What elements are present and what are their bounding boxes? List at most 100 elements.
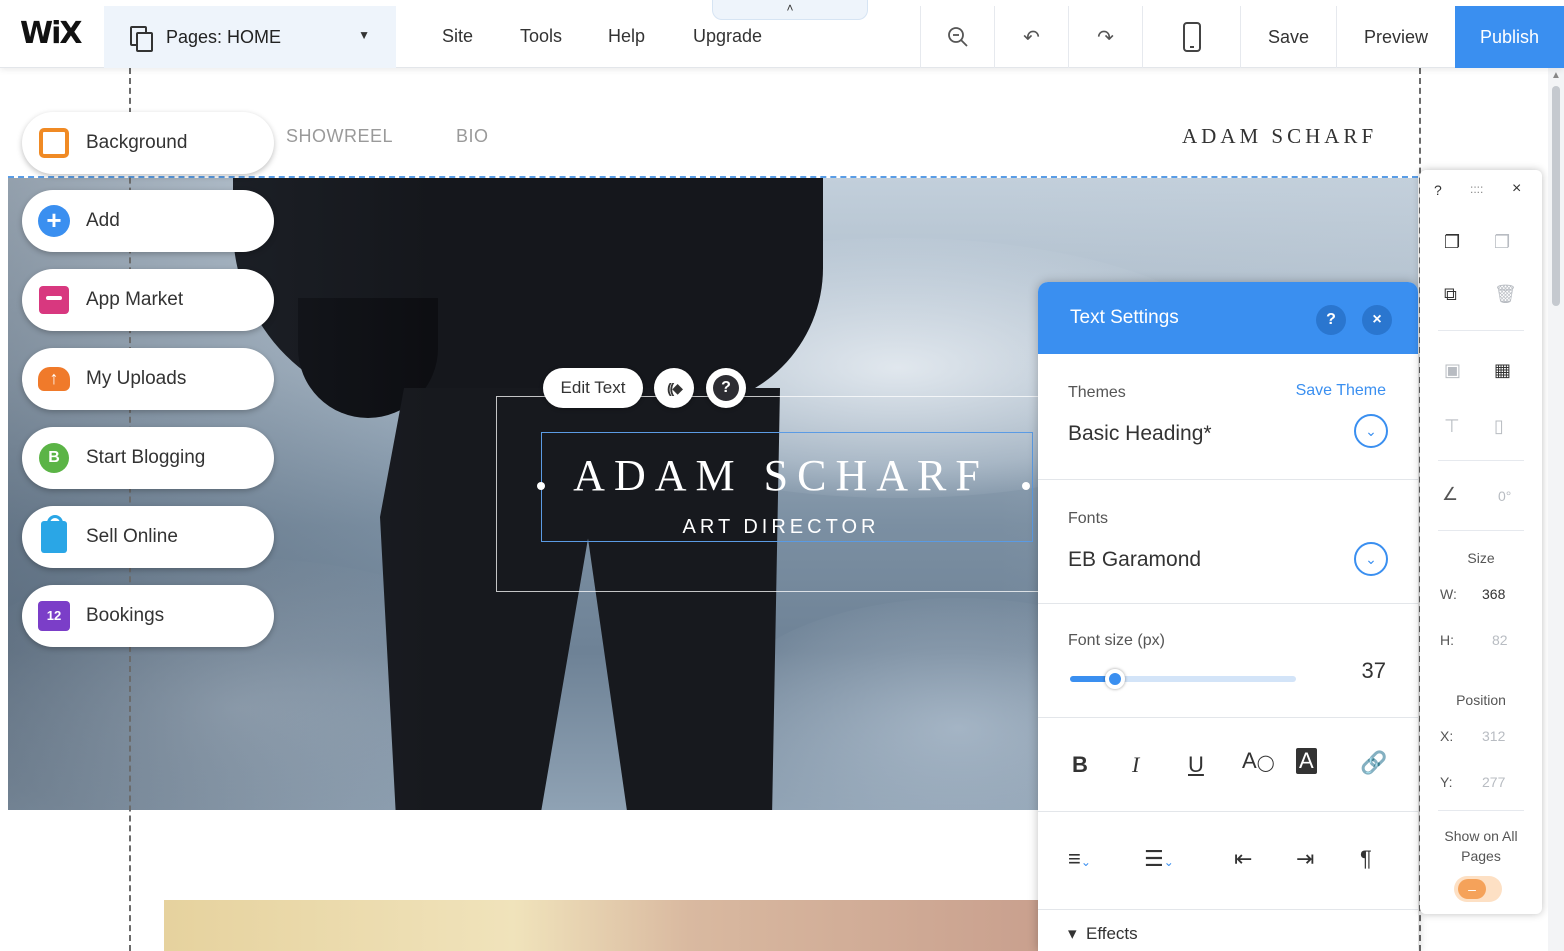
duplicate-icon[interactable]: ⧉ (1444, 284, 1457, 305)
align-icon: ⊤ (1444, 416, 1460, 436)
scroll-thumb[interactable] (1552, 86, 1560, 306)
indent-increase-icon[interactable]: ⇥ (1296, 846, 1314, 872)
font-size-section: Font size (px) 37 (1038, 604, 1418, 718)
toolbar-help-icon[interactable]: ? (1434, 182, 1442, 198)
arrange-front-icon[interactable]: ▦ (1494, 360, 1511, 381)
animation-icon: ((◆ (666, 379, 683, 396)
theme-dropdown[interactable]: Basic Heading* (1068, 422, 1212, 446)
chevron-down-icon[interactable]: ⌄ (1354, 542, 1388, 576)
font-size-slider[interactable] (1070, 669, 1296, 689)
left-panel-start-blogging[interactable]: B Start Blogging (22, 427, 274, 489)
strip-selection-line (8, 176, 1418, 178)
left-panel-sell-online[interactable]: Sell Online (22, 506, 274, 568)
font-size-slider-thumb[interactable] (1105, 669, 1126, 689)
toolbar-divider (1438, 330, 1524, 331)
collapse-topbar-button[interactable]: ˄ (712, 0, 868, 20)
bold-button[interactable]: B (1072, 752, 1088, 778)
left-panel-bookings[interactable]: 12 Bookings (22, 585, 274, 647)
show-on-all-pages-toggle[interactable]: – (1454, 876, 1502, 902)
zoom-out-button[interactable] (920, 6, 994, 68)
x-value[interactable]: 312 (1482, 728, 1505, 744)
y-value[interactable]: 277 (1482, 774, 1505, 790)
site-nav-bio[interactable]: BIO (456, 126, 489, 147)
font-dropdown[interactable]: EB Garamond (1068, 548, 1201, 572)
preview-button[interactable]: Preview (1336, 6, 1455, 68)
zoom-out-icon (947, 27, 968, 47)
site-brand-heading[interactable]: ADAM SCHARF (1182, 124, 1377, 149)
rotation-value[interactable]: 0° (1498, 488, 1511, 504)
height-value: 82 (1492, 632, 1508, 648)
font-size-value[interactable]: 37 (1362, 658, 1386, 684)
left-panel-background[interactable]: Background (22, 112, 274, 174)
menu-upgrade[interactable]: Upgrade (693, 26, 762, 47)
calendar-icon: 12 (38, 601, 70, 631)
pages-dropdown[interactable]: Pages: HOME ▼ (104, 6, 396, 68)
redo-button[interactable]: ↷ (1068, 6, 1142, 68)
menu-tools[interactable]: Tools (520, 26, 562, 47)
right-toolbar: ? :::: × ❐ ❐ ⧉ 🗑 ▣ ▦ ⊤ ▯ ∠ 0° Size W: 36… (1420, 170, 1542, 914)
themes-section: Themes Save Theme Basic Heading* ⌄ (1038, 354, 1418, 480)
left-panel-label: Bookings (86, 605, 165, 626)
link-icon[interactable]: 🔗 (1360, 750, 1387, 776)
scroll-up-icon[interactable]: ▲ (1551, 70, 1561, 81)
text-color-button[interactable]: A◯ (1242, 748, 1275, 774)
publish-button[interactable]: Publish (1455, 6, 1564, 68)
mobile-view-icon (1182, 22, 1201, 52)
effects-toggle[interactable]: ▾ Effects (1068, 924, 1138, 944)
hero-title[interactable]: ADAM SCHARF (541, 450, 1021, 501)
underline-button[interactable]: U (1188, 752, 1204, 778)
text-settings-header[interactable]: Text Settings ? × (1038, 282, 1418, 354)
text-settings-panel: Text Settings ? × Themes Save Theme Basi… (1038, 282, 1418, 951)
mobile-view-button[interactable] (1142, 6, 1240, 68)
width-label: W: (1440, 586, 1457, 602)
chevron-down-icon[interactable]: ⌄ (1354, 414, 1388, 448)
canvas-scrollbar[interactable]: ▲ (1548, 68, 1564, 951)
resize-handle-left[interactable] (537, 482, 545, 490)
left-panel-app-market[interactable]: App Market (22, 269, 274, 331)
menu-site[interactable]: Site (442, 26, 473, 47)
effects-label: Effects (1085, 924, 1138, 943)
text-settings-close-icon[interactable]: × (1362, 305, 1392, 335)
left-panel-label: App Market (86, 289, 184, 310)
rotate-icon[interactable]: ∠ (1442, 484, 1458, 505)
top-bar: WiX Pages: HOME ▼ Site Tools Help Upgrad… (0, 0, 1564, 68)
undo-button[interactable]: ↶ (994, 6, 1068, 68)
format-section: B I U A◯ A 🔗 (1038, 718, 1418, 812)
help-icon: ? (713, 375, 739, 401)
left-panel-my-uploads[interactable]: ↑ My Uploads (22, 348, 274, 410)
distribute-icon: ▯ (1494, 416, 1504, 436)
droplet-icon: ◯ (1256, 755, 1275, 772)
indent-decrease-icon[interactable]: ⇤ (1234, 846, 1252, 872)
animation-button[interactable]: ((◆ (654, 368, 694, 408)
toolbar-divider (1438, 530, 1524, 531)
highlight-button[interactable]: A (1296, 748, 1317, 774)
edit-text-button[interactable]: Edit Text (543, 368, 643, 408)
save-button[interactable]: Save (1240, 6, 1336, 68)
toolbar-close-icon[interactable]: × (1512, 180, 1521, 198)
drag-handle-icon[interactable]: :::: (1470, 182, 1483, 196)
width-value[interactable]: 368 (1482, 586, 1505, 602)
align-center-icon[interactable]: ≡⌄ (1068, 846, 1091, 872)
menu-help[interactable]: Help (608, 26, 645, 47)
chevron-down-icon: ▼ (358, 28, 370, 42)
effects-section[interactable]: ▾ Effects (1038, 910, 1418, 951)
shopping-bag-icon (41, 515, 67, 553)
text-settings-title: Text Settings (1070, 307, 1179, 328)
site-nav-showreel[interactable]: SHOWREEL (286, 126, 393, 147)
italic-button[interactable]: I (1132, 752, 1139, 778)
bullet-list-icon[interactable]: ☰⌄ (1144, 846, 1174, 872)
hero-subtitle[interactable]: ART DIRECTOR (541, 516, 1021, 539)
left-panel-add[interactable]: + Add (22, 190, 274, 252)
undo-icon: ↶ (1023, 26, 1040, 49)
app-market-icon (39, 286, 69, 314)
save-theme-link[interactable]: Save Theme (1296, 382, 1386, 400)
lower-section-image[interactable] (164, 900, 1038, 951)
show-on-all-pages-label: Show on All Pages (1444, 828, 1518, 864)
element-help-button[interactable]: ? (706, 368, 746, 408)
copy-icon[interactable]: ❐ (1444, 232, 1460, 253)
text-direction-icon[interactable]: ¶ (1360, 846, 1372, 872)
wix-logo[interactable]: WiX (20, 16, 82, 51)
left-panel-label: Background (86, 132, 188, 153)
resize-handle-right[interactable] (1022, 482, 1030, 490)
text-settings-help-icon[interactable]: ? (1316, 305, 1346, 335)
